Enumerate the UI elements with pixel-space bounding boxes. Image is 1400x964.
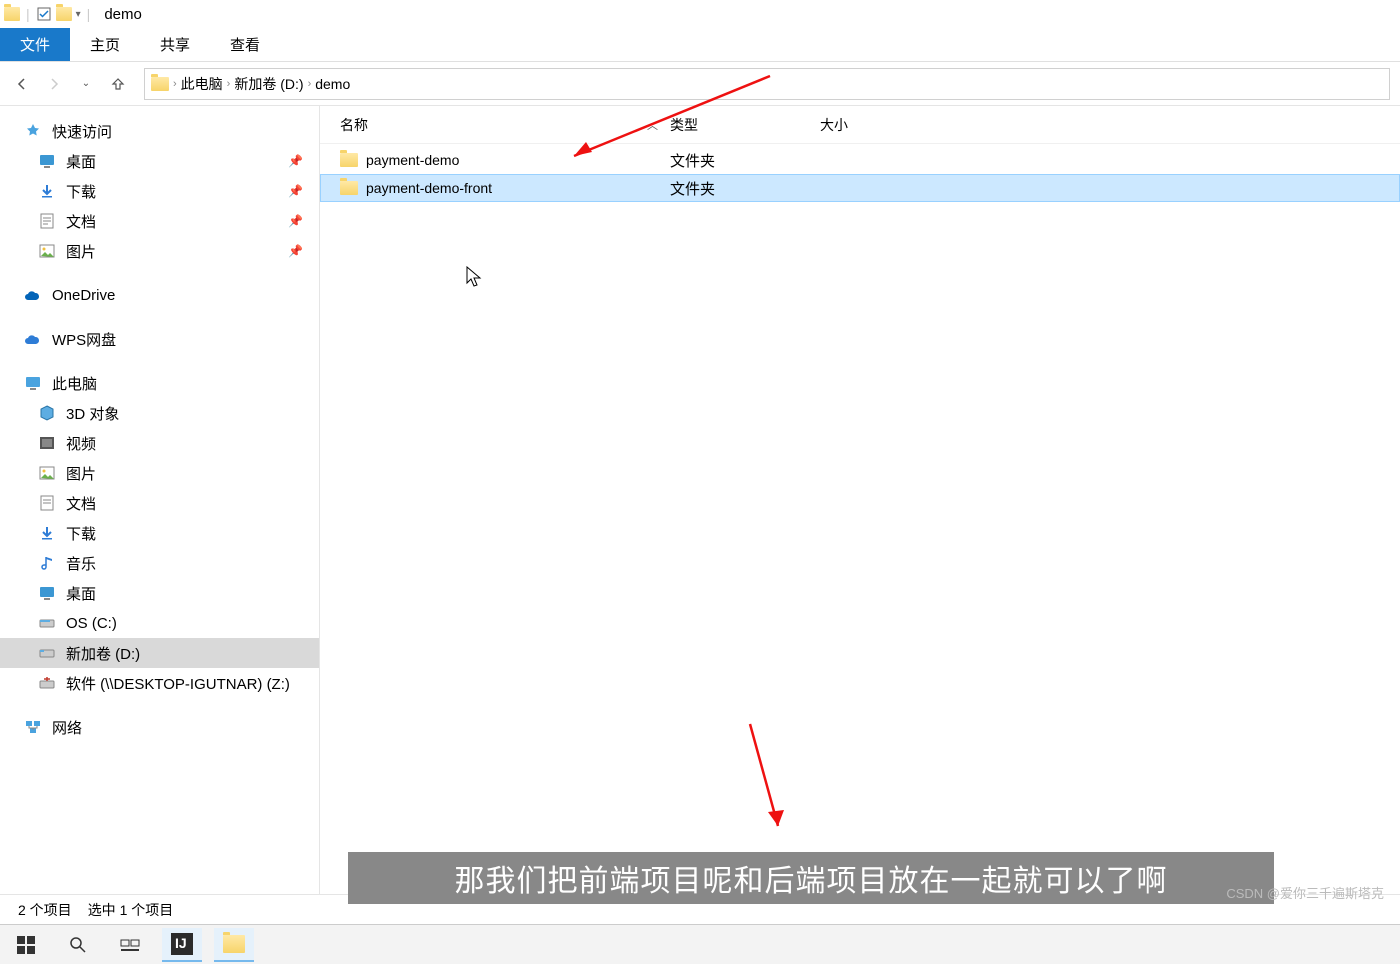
col-header-type[interactable]: 类型	[670, 115, 820, 135]
file-list-area: 名称︿ 类型 大小 payment-demo 文件夹 payment-demo-…	[320, 106, 1400, 894]
start-button[interactable]	[6, 928, 46, 962]
subtitle-caption: 那我们把前端项目呢和后端项目放在一起就可以了啊	[348, 852, 1274, 904]
divider: |	[26, 6, 30, 22]
tree-network[interactable]: 网络	[0, 712, 319, 742]
tree-desktop-2[interactable]: 桌面	[0, 578, 319, 608]
tree-pictures-2[interactable]: 图片	[0, 458, 319, 488]
status-selected-count: 选中 1 个项目	[88, 900, 174, 920]
desktop-icon	[38, 584, 56, 602]
file-name: payment-demo-front	[366, 180, 492, 196]
tab-view[interactable]: 查看	[210, 28, 280, 61]
recent-dropdown[interactable]: ⌄	[74, 72, 98, 96]
file-type: 文件夹	[670, 150, 820, 171]
breadcrumb-sep: ›	[173, 78, 177, 90]
tree-onedrive[interactable]: OneDrive	[0, 280, 319, 310]
crumb-drive[interactable]: 新加卷 (D:)	[234, 74, 303, 94]
ribbon-tabs: 文件 主页 共享 查看	[0, 28, 1400, 62]
folder-icon-2	[56, 6, 72, 22]
tab-file[interactable]: 文件	[0, 28, 70, 61]
taskbar: IJ	[0, 924, 1400, 964]
file-type: 文件夹	[670, 178, 820, 199]
download-icon	[38, 182, 56, 200]
taskbar-explorer[interactable]	[214, 928, 254, 962]
tree-pictures[interactable]: 图片 📌	[0, 236, 319, 266]
crumb-folder[interactable]: demo	[315, 76, 350, 92]
back-button[interactable]	[10, 72, 34, 96]
tree-downloads[interactable]: 下载 📌	[0, 176, 319, 206]
netdrive-icon	[38, 674, 56, 692]
picture-icon	[38, 242, 56, 260]
svg-text:IJ: IJ	[175, 935, 187, 951]
content-area: 快速访问 桌面 📌 下载 📌 文档 📌 图片 📌 OneDrive	[0, 106, 1400, 894]
status-items-count: 2 个项目	[18, 900, 72, 920]
tree-3d-objects[interactable]: 3D 对象	[0, 398, 319, 428]
folder-icon	[4, 6, 20, 22]
folder-icon	[340, 181, 358, 195]
download-icon	[38, 524, 56, 542]
window-title: demo	[104, 6, 142, 23]
col-header-name[interactable]: 名称︿	[340, 115, 670, 135]
desktop-icon	[38, 152, 56, 170]
taskbar-intellij[interactable]: IJ	[162, 928, 202, 962]
pin-icon: 📌	[288, 244, 303, 258]
pin-icon: 📌	[288, 184, 303, 198]
watermark: CSDN @爱你三千遍斯塔克	[1226, 883, 1384, 902]
tab-home[interactable]: 主页	[70, 28, 140, 61]
column-headers: 名称︿ 类型 大小	[320, 106, 1400, 144]
file-row[interactable]: payment-demo-front 文件夹	[320, 174, 1400, 202]
search-button[interactable]	[58, 928, 98, 962]
tree-quick-access[interactable]: 快速访问	[0, 116, 319, 146]
tree-drive-d[interactable]: 新加卷 (D:)	[0, 638, 319, 668]
file-row[interactable]: payment-demo 文件夹	[320, 146, 1400, 174]
crumb-this-pc[interactable]: 此电脑	[181, 74, 223, 94]
navigation-tree: 快速访问 桌面 📌 下载 📌 文档 📌 图片 📌 OneDrive	[0, 106, 320, 894]
wps-icon	[24, 330, 42, 348]
tree-desktop[interactable]: 桌面 📌	[0, 146, 319, 176]
col-header-size[interactable]: 大小	[820, 115, 920, 135]
tree-music[interactable]: 音乐	[0, 548, 319, 578]
address-bar[interactable]: › 此电脑 › 新加卷 (D:) › demo	[144, 68, 1390, 100]
music-icon	[38, 554, 56, 572]
file-name: payment-demo	[366, 152, 459, 168]
checkbox-icon[interactable]	[36, 6, 52, 22]
breadcrumb-sep: ›	[308, 78, 312, 90]
up-button[interactable]	[106, 72, 130, 96]
qat-dropdown[interactable]: ▾	[76, 9, 81, 20]
nav-bar: ⌄ › 此电脑 › 新加卷 (D:) › demo	[0, 62, 1400, 106]
forward-button[interactable]	[42, 72, 66, 96]
star-icon	[24, 122, 42, 140]
folder-icon	[340, 153, 358, 167]
divider: |	[87, 6, 91, 22]
tree-drive-c[interactable]: OS (C:)	[0, 608, 319, 638]
picture-icon	[38, 464, 56, 482]
tree-wps[interactable]: WPS网盘	[0, 324, 319, 354]
file-rows: payment-demo 文件夹 payment-demo-front 文件夹	[320, 144, 1400, 202]
onedrive-icon	[24, 286, 42, 304]
tree-videos[interactable]: 视频	[0, 428, 319, 458]
pin-icon: 📌	[288, 154, 303, 168]
tree-drive-z[interactable]: 软件 (\\DESKTOP-IGUTNAR) (Z:)	[0, 668, 319, 698]
pin-icon: 📌	[288, 214, 303, 228]
tree-documents[interactable]: 文档 📌	[0, 206, 319, 236]
network-icon	[24, 718, 42, 736]
sort-asc-icon: ︿	[647, 117, 658, 133]
video-icon	[38, 434, 56, 452]
drive-icon	[38, 614, 56, 632]
task-view-button[interactable]	[110, 928, 150, 962]
tree-documents-2[interactable]: 文档	[0, 488, 319, 518]
document-icon	[38, 494, 56, 512]
drive-icon	[38, 644, 56, 662]
title-bar: | ▾ | demo	[0, 0, 1400, 28]
3d-icon	[38, 404, 56, 422]
pc-icon	[24, 374, 42, 392]
document-icon	[38, 212, 56, 230]
tree-this-pc[interactable]: 此电脑	[0, 368, 319, 398]
tree-downloads-2[interactable]: 下载	[0, 518, 319, 548]
tab-share[interactable]: 共享	[140, 28, 210, 61]
folder-icon	[151, 75, 169, 93]
breadcrumb-sep: ›	[227, 78, 231, 90]
